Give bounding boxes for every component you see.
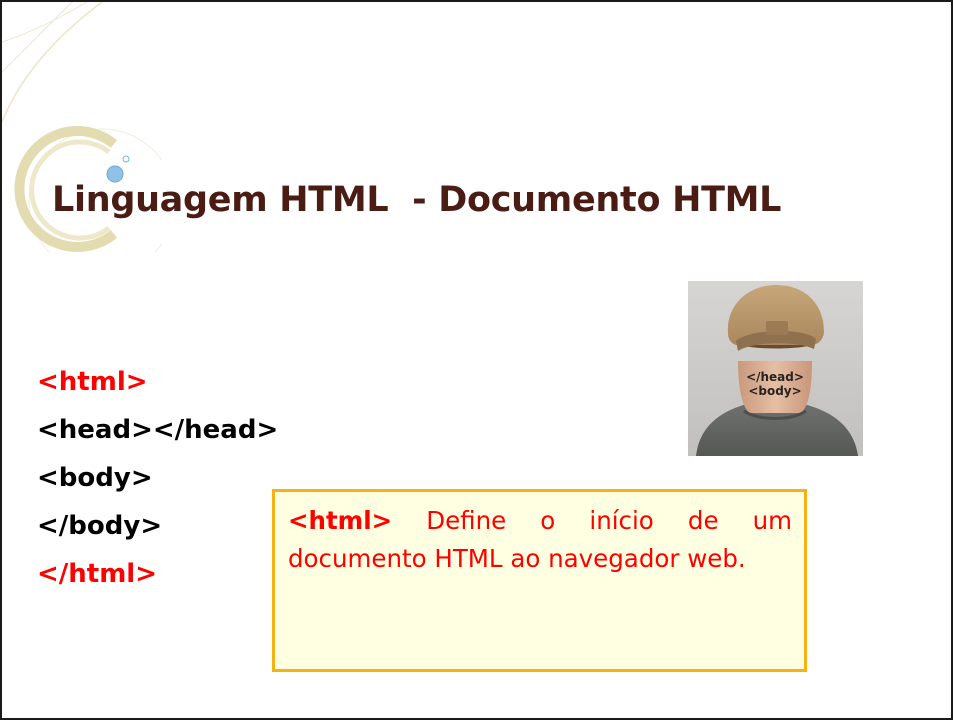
callout-box: <html> Define o início de um documento H… xyxy=(272,489,807,672)
code-line-body-close: </body> xyxy=(37,511,163,541)
callout-text: <html> Define o início de um documento H… xyxy=(288,502,792,578)
code-line-head: <head></head> xyxy=(37,415,279,445)
code-line-html-close: </html> xyxy=(37,559,158,589)
tattoo-text-head: </head> xyxy=(746,370,804,384)
callout-tag: <html> xyxy=(288,506,393,535)
slide-title: Linguagem HTML - Documento HTML xyxy=(52,180,782,220)
html-code-listing: <html> <head></head> <body> </body> </ht… xyxy=(37,358,278,598)
tattoo-text-body: <body> xyxy=(748,384,801,398)
slide: Linguagem HTML - Documento HTML <html> <… xyxy=(0,0,953,720)
neck-tattoo-photo: </head> <body> xyxy=(688,281,863,456)
code-line-body-open: <body> xyxy=(37,463,153,493)
code-line-html-open: <html> xyxy=(37,367,148,397)
